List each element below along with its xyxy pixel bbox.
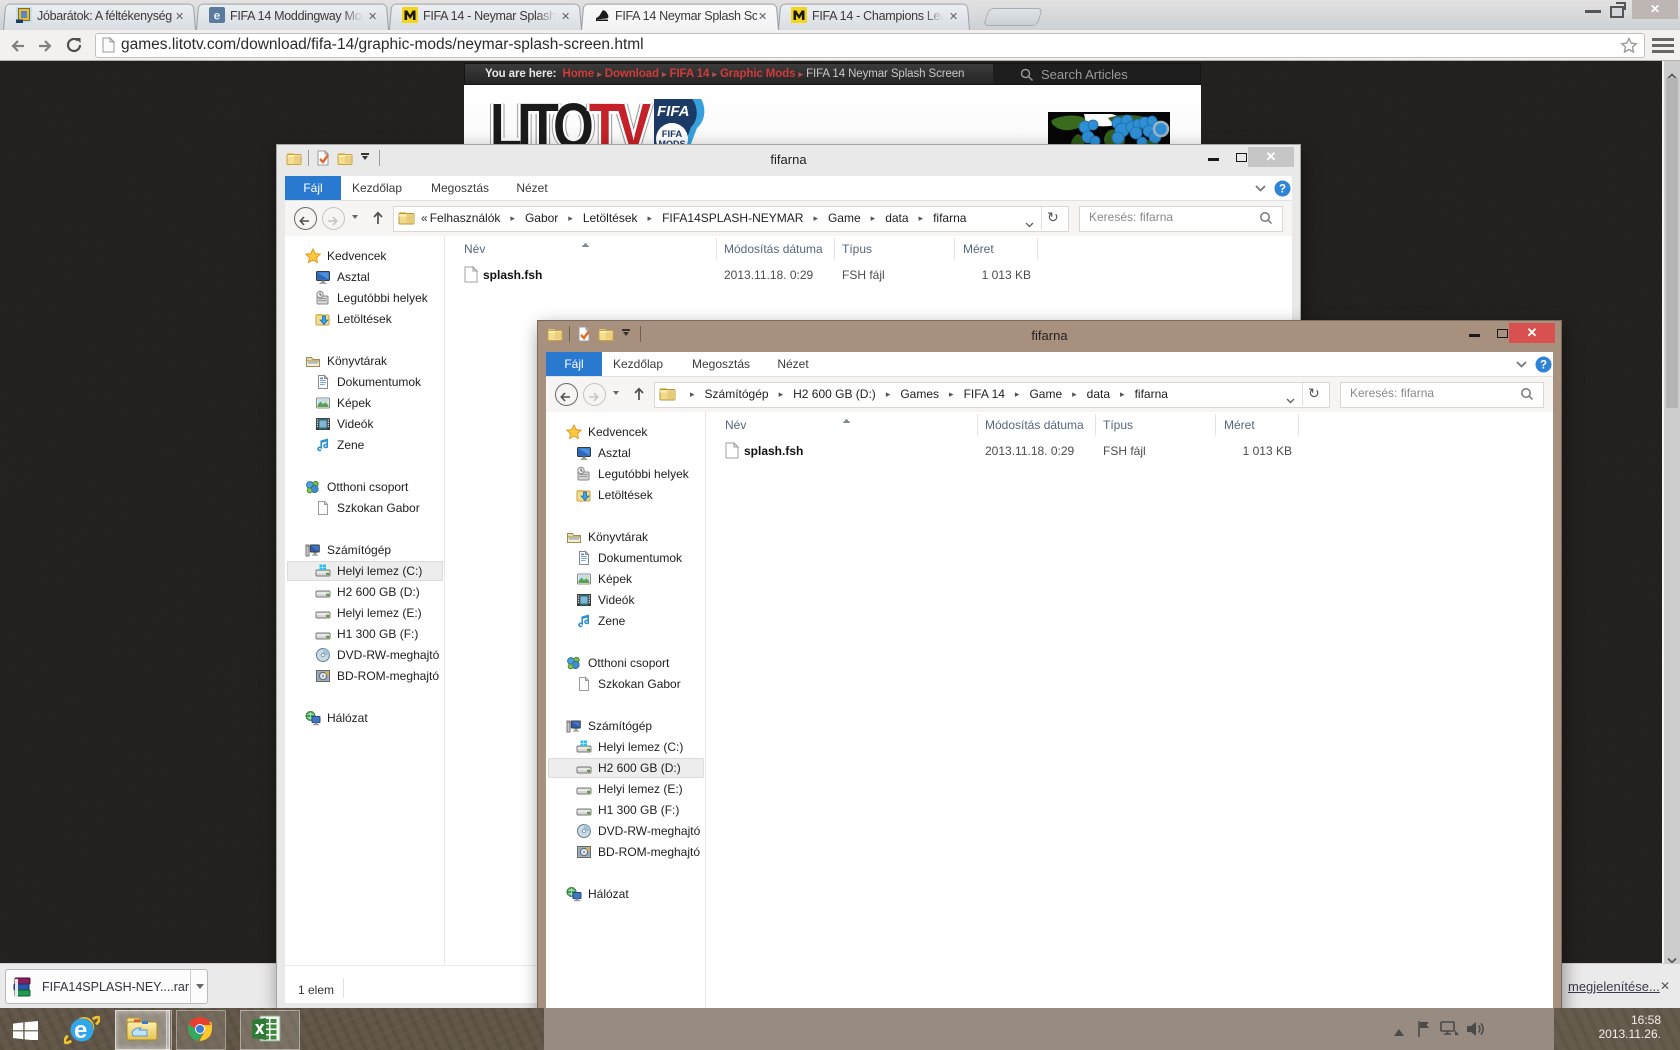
svg-text:?: ? <box>1540 360 1547 372</box>
svg-text:e: e <box>74 1017 87 1044</box>
svg-text:FIFA: FIFA <box>657 103 690 120</box>
svg-text:e: e <box>214 9 221 23</box>
svg-text:?: ? <box>1279 184 1286 196</box>
